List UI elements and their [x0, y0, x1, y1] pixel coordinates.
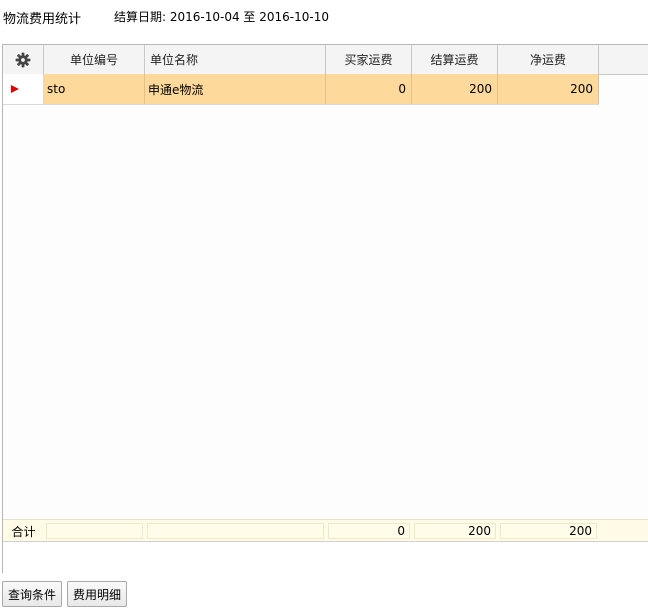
cell-net-freight[interactable]: 200: [498, 74, 599, 104]
query-conditions-button[interactable]: 查询条件: [2, 581, 63, 607]
grid-settings-button[interactable]: [3, 45, 44, 74]
page-title: 物流费用统计: [3, 11, 82, 27]
column-header-buyer-freight[interactable]: 买家运费: [326, 45, 412, 74]
column-header-net-freight[interactable]: 净运费: [498, 45, 599, 74]
summary-label: 合计: [11, 524, 36, 539]
summary-unit-name-box: [147, 523, 324, 539]
summary-unit-code: [44, 520, 145, 542]
row-indicator: [3, 74, 44, 104]
column-header-unit-code[interactable]: 单位编号: [44, 45, 145, 74]
cell-unit-code[interactable]: sto: [44, 74, 145, 104]
row-selected-arrow-icon: [11, 85, 19, 93]
summary-settlement-freight: 200: [412, 520, 498, 542]
cell-settlement-freight[interactable]: 200: [412, 74, 498, 104]
column-header-unit-name[interactable]: 单位名称: [145, 45, 326, 74]
grid-horizontal-scroll-area[interactable]: [3, 541, 648, 573]
summary-buyer-freight: 0: [326, 520, 412, 542]
cell-buyer-freight[interactable]: 0: [326, 74, 412, 104]
summary-net-freight-value: 200: [500, 523, 597, 539]
column-header-settlement-freight[interactable]: 结算运费: [412, 45, 498, 74]
summary-unit-code-box: [46, 523, 143, 539]
page-header: 物流费用统计: [3, 8, 82, 27]
freight-stats-grid: 单位编号 单位名称 买家运费 结算运费 净运费 sto 申通e物流 0 200 …: [2, 44, 648, 573]
grid-header-row: 单位编号 单位名称 买家运费 结算运费 净运费: [3, 45, 648, 75]
summary-unit-name: [145, 520, 326, 542]
freight-detail-button[interactable]: 费用明细: [67, 581, 128, 607]
summary-net-freight: 200: [498, 520, 599, 542]
cell-unit-name[interactable]: 申通e物流: [145, 74, 326, 104]
settlement-date-range: 结算日期: 2016-10-04 至 2016-10-10: [114, 10, 329, 24]
grid-summary-row: 合计 0 200 200: [3, 519, 648, 542]
gear-icon: [15, 52, 31, 67]
summary-buyer-freight-value: 0: [328, 523, 410, 539]
summary-settlement-freight-value: 200: [414, 523, 496, 539]
table-row[interactable]: sto 申通e物流 0 200 200: [3, 74, 599, 105]
